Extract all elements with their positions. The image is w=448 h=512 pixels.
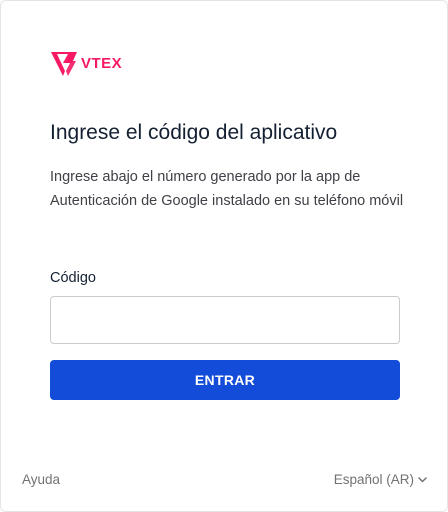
brand-name: VTEX [81,55,123,72]
vtex-logo-icon [51,52,77,76]
code-field-label: Código [50,270,96,286]
help-link[interactable]: Ayuda [22,470,60,490]
language-selector[interactable]: Español (AR) [334,470,427,490]
code-input[interactable] [50,296,400,344]
vtex-logo: VTEX [50,50,122,78]
instructions-text: Ingrese abajo el número generado por la … [50,169,404,209]
language-label: Español (AR) [333,472,414,487]
submit-button[interactable]: ENTRAR [50,360,400,400]
page-title: Ingrese el código del aplicativo [50,121,338,144]
chevron-down-icon [418,477,427,483]
login-card: VTEX Ingrese el código del aplicativo In… [0,0,448,512]
